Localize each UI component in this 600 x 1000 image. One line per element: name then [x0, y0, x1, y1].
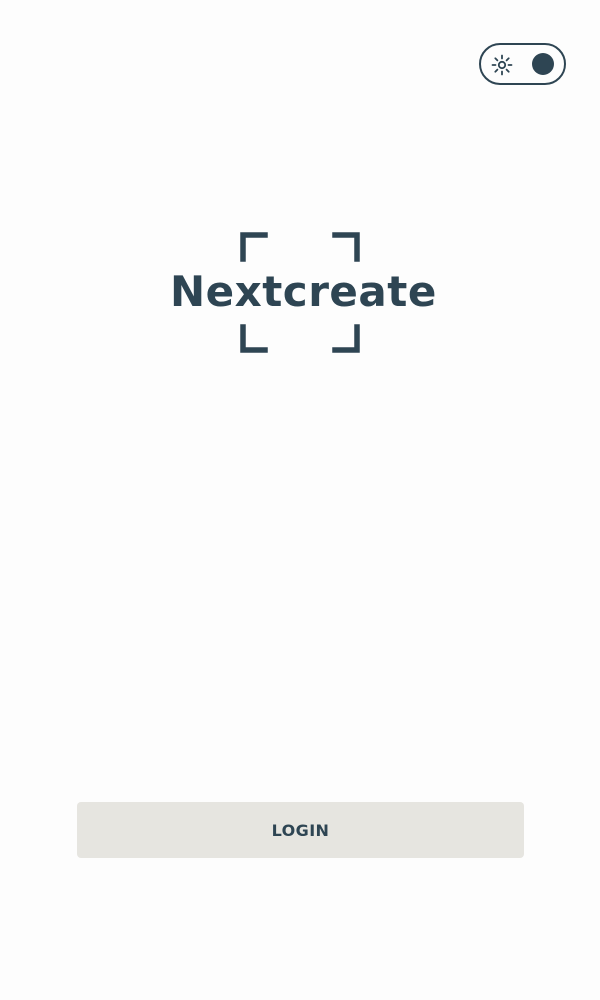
brand-logo: Nextcreate: [170, 228, 437, 358]
toggle-knob: [532, 53, 554, 75]
theme-toggle[interactable]: [479, 43, 566, 85]
login-screen: Nextcreate LOGIN: [0, 0, 600, 1000]
brand-name: Nextcreate: [170, 267, 437, 316]
login-button[interactable]: LOGIN: [77, 802, 524, 858]
sun-icon: [491, 54, 513, 76]
login-button-label: LOGIN: [271, 820, 330, 840]
